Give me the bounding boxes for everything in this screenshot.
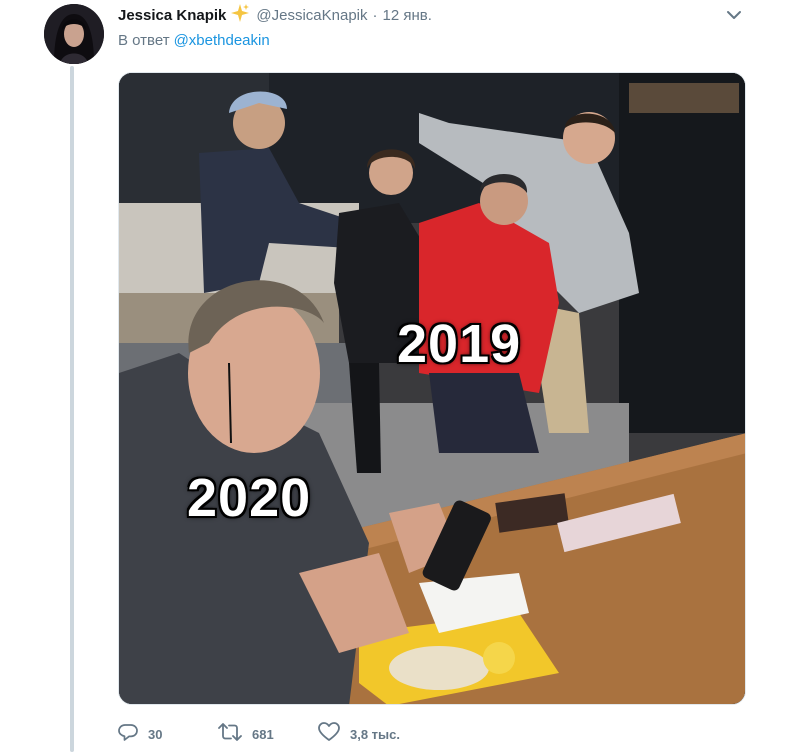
reply-prefix: В ответ <box>118 32 170 49</box>
heart-icon <box>318 721 340 747</box>
user-avatar[interactable] <box>44 4 104 64</box>
meme-photo <box>119 73 745 704</box>
thread-connector-line <box>70 66 74 752</box>
reply-count: 30 <box>148 726 163 742</box>
tweet-timestamp[interactable]: 12 янв. <box>383 7 432 24</box>
sparkles-icon <box>230 3 250 28</box>
like-button[interactable]: 3,8 тыс. <box>318 721 438 747</box>
retweet-button[interactable]: 681 <box>218 722 318 747</box>
reply-icon <box>118 722 138 747</box>
author-display-name[interactable]: Jessica Knapik <box>118 7 226 24</box>
avatar-image <box>44 4 104 64</box>
reply-mention-link[interactable]: @xbethdeakin <box>174 32 270 49</box>
tweet-actions-bar: 30 681 3,8 тыс. <box>118 720 438 748</box>
tweet-header: Jessica Knapik @JessicaKnapik · 12 янв. <box>118 3 746 28</box>
meme-caption-bottom: 2020 <box>187 468 312 528</box>
reply-context: В ответ @xbethdeakin <box>118 32 270 49</box>
separator-dot: · <box>372 6 378 24</box>
retweet-icon <box>218 722 242 747</box>
like-count: 3,8 тыс. <box>350 726 400 742</box>
tweet-media-photo[interactable]: 2019 2020 <box>118 72 746 705</box>
meme-caption-top: 2019 <box>397 314 522 374</box>
chevron-down-icon[interactable] <box>720 4 748 26</box>
retweet-count: 681 <box>252 726 274 742</box>
reply-button[interactable]: 30 <box>118 722 218 747</box>
author-handle[interactable]: @JessicaKnapik <box>256 7 367 24</box>
